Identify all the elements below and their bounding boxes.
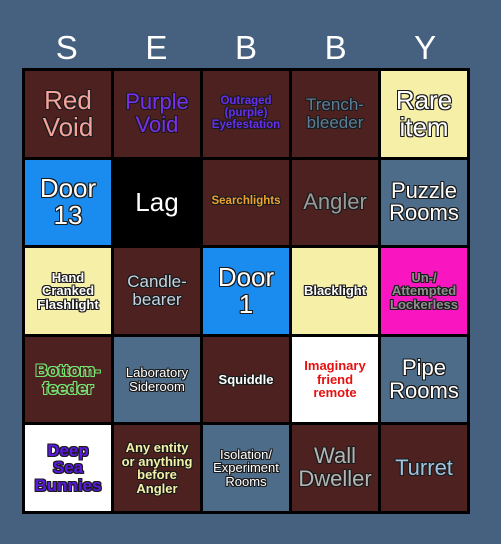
bingo-cell-r1-c4[interactable]: Puzzle Rooms: [381, 159, 467, 246]
bingo-cell-r4-c0[interactable]: Deep Sea Bunnies: [25, 425, 111, 511]
bingo-cell-label: Pipe Rooms: [389, 354, 459, 403]
bingo-cell-label: Angler: [303, 188, 367, 214]
bingo-cell-label: Searchlights: [211, 195, 281, 208]
header-letter-2: B: [234, 28, 257, 66]
bingo-cell-r0-c2[interactable]: Outraged (purple) Eyefestation: [203, 71, 289, 157]
bingo-cell-label: Red Void: [42, 84, 94, 142]
bingo-cell-label: Un-/ Attempted Lockerless: [390, 269, 458, 312]
bingo-cell-r0-c0[interactable]: Red Void: [25, 71, 111, 157]
bingo-board: S E B B Y Red Void Purple Void Outraged (p…: [0, 0, 501, 544]
bingo-cell-r2-c0[interactable]: Hand Cranked Flashlight: [25, 248, 111, 334]
bingo-cell-r3-c0[interactable]: Bottom- feeder: [25, 336, 111, 423]
header-letter-0: S: [55, 28, 78, 66]
bingo-cell-label: Hand Cranked Flashlight: [37, 269, 99, 312]
bingo-cell-r3-c4[interactable]: Pipe Rooms: [381, 336, 467, 423]
bingo-cell-r4-c4[interactable]: Turret: [381, 425, 467, 511]
bingo-cell-label: Imaginary friend remote: [304, 358, 366, 401]
bingo-cell-r1-c1[interactable]: Lag: [114, 159, 200, 246]
bingo-cell-r2-c2[interactable]: Door 1: [203, 248, 289, 334]
bingo-cell-label: Lag: [135, 186, 179, 217]
bingo-cell-label: Puzzle Rooms: [389, 177, 459, 226]
bingo-header-row: S E B B Y: [22, 26, 470, 68]
bingo-cell-label: Purple Void: [125, 88, 189, 137]
bingo-cell-label: Candle- bearer: [127, 272, 187, 309]
bingo-cell-label: Trench- bleeder: [306, 95, 364, 132]
bingo-cell-r0-c3[interactable]: Trench- bleeder: [292, 71, 378, 157]
header-letter-3: B: [324, 28, 347, 66]
bingo-cell-label: Turret: [395, 454, 453, 480]
bingo-cell-r1-c3[interactable]: Angler: [292, 159, 378, 246]
bingo-cell-label: Laboratory Sideroom: [125, 365, 189, 394]
bingo-cell-label: Squiddle: [218, 371, 274, 387]
bingo-cell-label: Door 1: [217, 261, 275, 319]
bingo-cell-r1-c0[interactable]: Door 13: [25, 159, 111, 246]
bingo-cell-label: Rare item: [395, 84, 453, 142]
bingo-cell-r2-c4[interactable]: Un-/ Attempted Lockerless: [381, 248, 467, 334]
header-letter-4: Y: [414, 28, 437, 66]
header-letter-1: E: [145, 28, 168, 66]
bingo-cell-r4-c2[interactable]: Isolation/ Experiment Rooms: [203, 425, 289, 511]
bingo-cell-label: Deep Sea Bunnies: [34, 440, 102, 496]
bingo-cell-r4-c1[interactable]: Any entity or anything before Angler: [114, 425, 200, 511]
bingo-cell-r3-c2[interactable]: Squiddle: [203, 336, 289, 423]
bingo-cell-r0-c1[interactable]: Purple Void: [114, 71, 200, 157]
bingo-cell-r2-c1[interactable]: Candle- bearer: [114, 248, 200, 334]
bingo-cell-label: Outraged (purple) Eyefestation: [211, 94, 281, 131]
bingo-cell-r3-c3[interactable]: Imaginary friend remote: [292, 336, 378, 423]
bingo-cell-label: Door 13: [39, 173, 97, 231]
bingo-grid: Red Void Purple Void Outraged (purple) Eye…: [22, 68, 470, 514]
bingo-cell-label: Blacklight: [303, 283, 367, 299]
bingo-cell-label: Bottom- feeder: [35, 360, 101, 398]
bingo-cell-label: Isolation/ Experiment Rooms: [213, 446, 279, 489]
bingo-cell-r3-c1[interactable]: Laboratory Sideroom: [114, 336, 200, 423]
bingo-cell-r4-c3[interactable]: Wall Dweller: [292, 425, 378, 511]
bingo-cell-label: Wall Dweller: [298, 443, 372, 492]
bingo-cell-r1-c2[interactable]: Searchlights: [203, 159, 289, 246]
bingo-cell-r0-c4[interactable]: Rare item: [381, 71, 467, 157]
bingo-cell-r2-c3[interactable]: Blacklight: [292, 248, 378, 334]
bingo-cell-label: Any entity or anything before Angler: [121, 440, 193, 496]
